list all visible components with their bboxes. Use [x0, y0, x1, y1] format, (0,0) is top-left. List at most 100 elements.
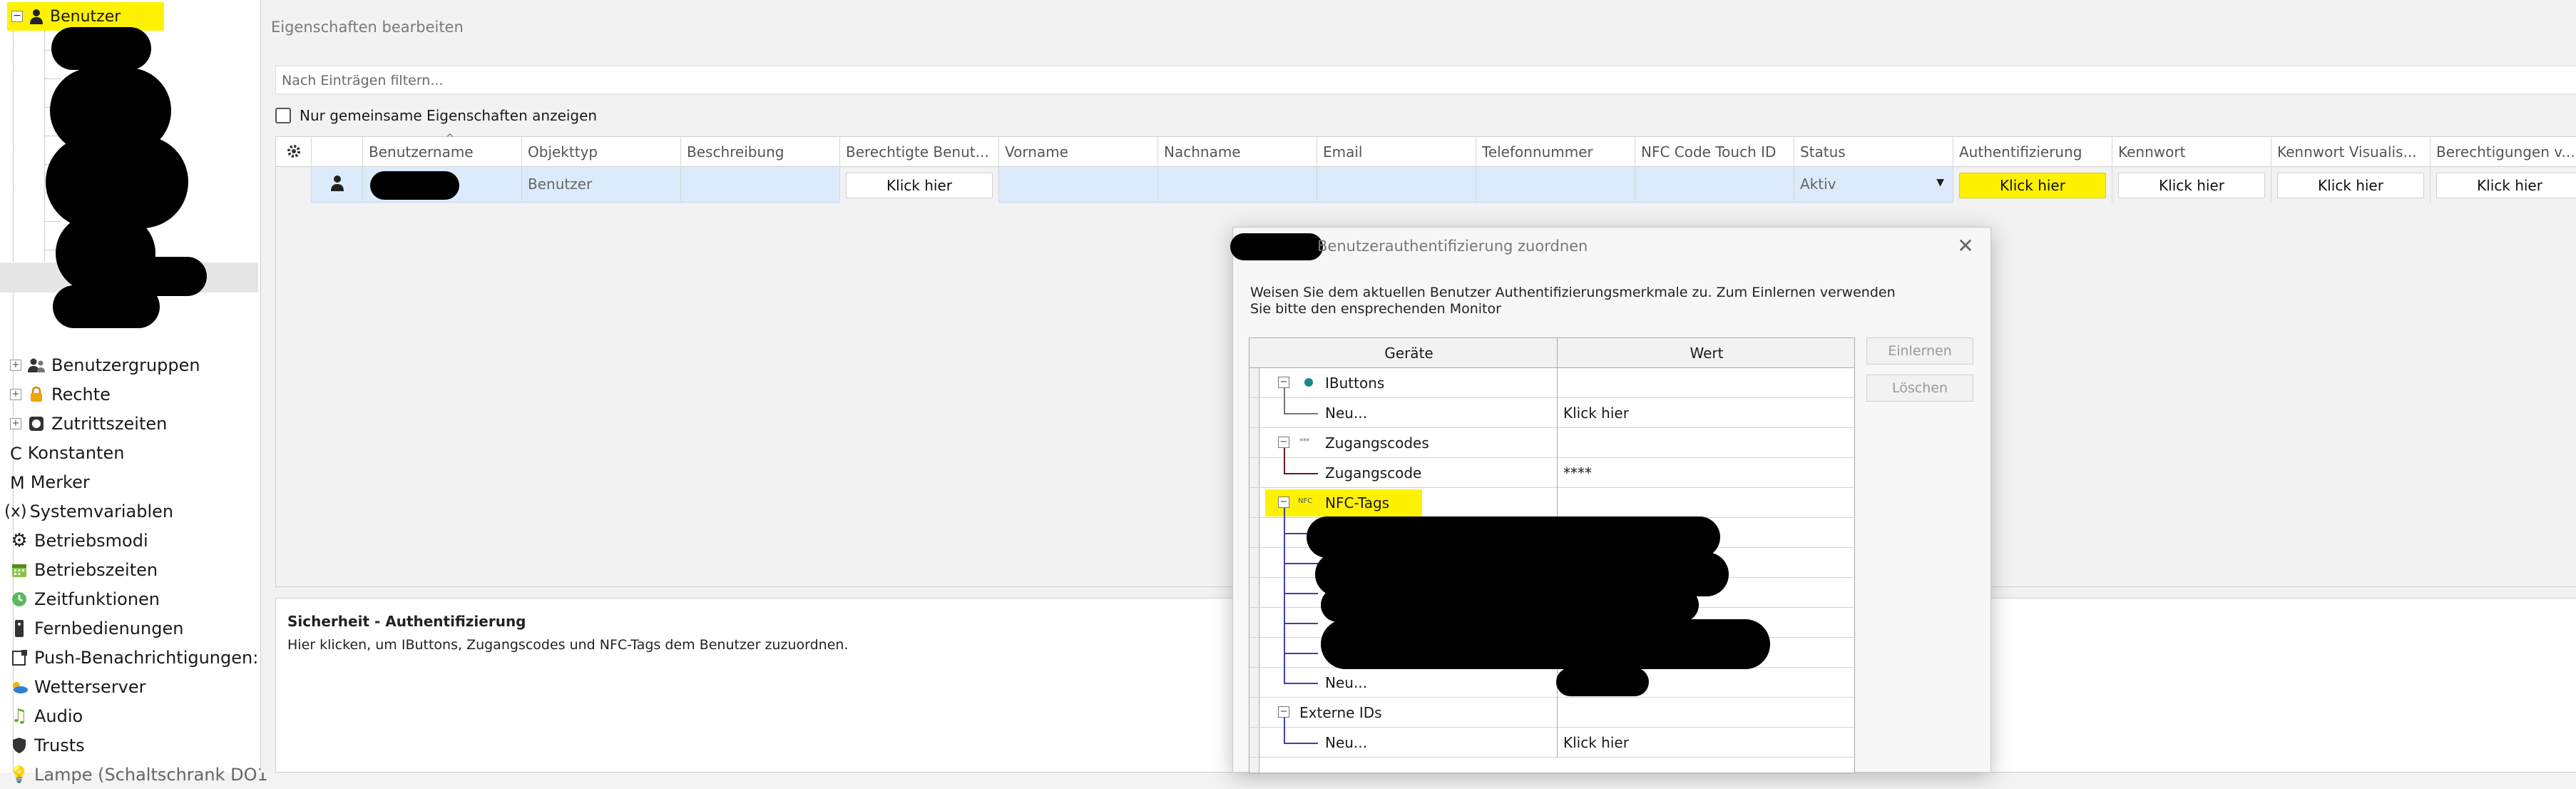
cell-email[interactable]: [1317, 167, 1476, 203]
tree-root-benutzer[interactable]: − Benutzer: [7, 2, 164, 31]
expand-icon[interactable]: +: [10, 360, 21, 371]
cell-vorname[interactable]: [999, 167, 1158, 203]
auth-label: Zugangscodes: [1325, 434, 1429, 452]
learn-button[interactable]: Einlernen: [1866, 337, 1973, 365]
tree-item-rechte[interactable]: + Rechte: [10, 380, 111, 409]
col-telefonnummer[interactable]: Telefonnummer: [1476, 137, 1635, 167]
tree-root-label: Benutzer: [50, 7, 121, 26]
table-row[interactable]: Benutzer Klick hier Aktiv ▼ Klick hier K…: [276, 167, 2576, 203]
auth-row-code[interactable]: Zugangscode ****: [1249, 458, 1854, 488]
delete-button[interactable]: Löschen: [1866, 375, 1973, 402]
tree-item-konstanten[interactable]: C Konstanten: [10, 439, 124, 467]
redaction: [1321, 588, 1699, 622]
auth-value[interactable]: Klick hier: [1558, 398, 1854, 428]
berechtigte-button[interactable]: Klick hier: [846, 173, 993, 198]
col-benutzername[interactable]: Benutzername: [363, 137, 522, 167]
auth-row-ibuttons[interactable]: − IButtons: [1249, 368, 1854, 398]
filter-input[interactable]: Nach Einträgen filtern...: [275, 66, 2576, 94]
auth-row-external-new[interactable]: Neu... Klick hier: [1249, 728, 1854, 758]
cell-telefonnummer[interactable]: [1476, 167, 1635, 203]
col-kennwort[interactable]: Kennwort: [2112, 137, 2271, 167]
gear-icon: ⚙: [11, 530, 28, 551]
col-email[interactable]: Email: [1317, 137, 1476, 167]
col-wert[interactable]: Wert: [1558, 338, 1854, 367]
tree-item-betriebsmodi[interactable]: ⚙ Betriebsmodi: [10, 526, 148, 555]
collapse-icon[interactable]: −: [1278, 497, 1289, 508]
tree-item-trusts[interactable]: Trusts: [10, 731, 85, 760]
tree-item-zeitfunktionen[interactable]: Zeitfunktionen: [10, 585, 160, 614]
tree-item-label: Betriebszeiten: [34, 560, 158, 580]
col-vorname[interactable]: Vorname: [999, 137, 1158, 167]
tree-item-merker[interactable]: M Merker: [10, 468, 90, 497]
tree-item-zutrittszeiten[interactable]: + Zutrittszeiten: [10, 409, 167, 438]
col-berechtigte[interactable]: Berechtigte Benut...: [840, 137, 999, 167]
status-select[interactable]: Aktiv ▼: [1794, 167, 1953, 203]
col-nachname[interactable]: Nachname: [1158, 137, 1317, 167]
auth-label: Neu...: [1325, 404, 1368, 422]
col-objekttyp[interactable]: Objekttyp: [522, 137, 681, 167]
tree-item-fernbedienungen[interactable]: Fernbedienungen: [10, 614, 183, 643]
tree-item-benutzergruppen[interactable]: + Benutzergruppen: [10, 351, 200, 380]
expand-icon[interactable]: +: [10, 389, 21, 400]
col-nfc-code[interactable]: NFC Code Touch ID: [1635, 137, 1794, 167]
nfc-icon: NFC: [1298, 497, 1313, 505]
auth-row-codes[interactable]: − *** Zugangscodes: [1249, 428, 1854, 458]
description-text: Hier klicken, um IButtons, Zugangscodes …: [287, 637, 849, 653]
collapse-icon[interactable]: −: [1278, 706, 1289, 718]
settings-icon[interactable]: [276, 137, 312, 167]
checkbox[interactable]: [275, 108, 291, 123]
cell-nfc-code[interactable]: [1635, 167, 1794, 203]
shield-icon: [10, 736, 29, 755]
kennwort-button[interactable]: Klick hier: [2118, 173, 2265, 198]
redaction: [1230, 233, 1323, 260]
description-title: Sicherheit - Authentifizierung: [287, 613, 526, 630]
tree-item-label: Fernbedienungen: [34, 619, 184, 638]
auth-row-nfc[interactable]: − NFC NFC-Tags: [1249, 488, 1854, 518]
cell-beschreibung[interactable]: [681, 167, 840, 203]
redaction: [1556, 668, 1649, 696]
tree-item-push[interactable]: Push-Benachrichtigungen: P: [10, 643, 274, 672]
col-authentifizierung[interactable]: Authentifizierung: [1953, 137, 2112, 167]
auth-label: Zugangscode: [1325, 464, 1422, 482]
notification-icon: [10, 648, 29, 667]
kennwort-vis-button[interactable]: Klick hier: [2277, 173, 2424, 198]
collapse-icon[interactable]: −: [1278, 437, 1289, 448]
auth-label: NFC-Tags: [1325, 494, 1390, 511]
panel-title: Eigenschaften bearbeiten: [271, 19, 464, 36]
cell-benutzername[interactable]: [363, 167, 522, 203]
authentifizierung-button[interactable]: Klick hier: [1959, 173, 2106, 198]
music-icon: ♫: [11, 706, 28, 727]
tree-item-systemvariablen[interactable]: (x) Systemvariablen: [4, 497, 173, 526]
col-kennwort-vis[interactable]: Kennwort Visualis...: [2271, 137, 2431, 167]
common-only-toggle[interactable]: Nur gemeinsame Eigenschaften anzeigen: [275, 105, 597, 126]
col-status[interactable]: Status: [1794, 137, 1953, 167]
tree-item-label: Lampe (Schaltschrank DO1: [34, 765, 268, 785]
auth-row-external[interactable]: − Externe IDs: [1249, 698, 1854, 728]
auth-value[interactable]: ****: [1558, 458, 1854, 488]
expand-icon[interactable]: +: [10, 418, 21, 429]
auth-value[interactable]: Klick hier: [1558, 728, 1854, 758]
row-header[interactable]: [276, 167, 312, 203]
tree-item-betriebszeiten[interactable]: Betriebszeiten: [10, 556, 158, 584]
variable-icon: (x): [4, 502, 27, 521]
auth-row-ibuttons-new[interactable]: Neu... Klick hier: [1249, 398, 1854, 428]
tree-item-lampe[interactable]: 💡 Lampe (Schaltschrank DO1: [9, 760, 268, 789]
col-beschreibung[interactable]: Beschreibung: [681, 137, 840, 167]
auth-row-nfc-new[interactable]: Neu...: [1249, 668, 1854, 698]
tree-item-wetterserver[interactable]: Wetterserver: [10, 673, 146, 701]
ibutton-icon: [1304, 377, 1314, 390]
collapse-icon[interactable]: −: [11, 11, 23, 22]
cell-kennwort-vis: Klick hier: [2271, 167, 2431, 203]
tree-item-audio[interactable]: ♫ Audio: [10, 702, 83, 731]
cell-nachname[interactable]: [1158, 167, 1317, 203]
close-icon[interactable]: ✕: [1953, 235, 1978, 259]
redaction: [51, 27, 151, 70]
constant-icon: C: [10, 444, 22, 464]
col-berechtigungen[interactable]: Berechtigungen v...: [2431, 137, 2576, 167]
col-geraete[interactable]: Geräte: [1249, 338, 1558, 367]
berechtigungen-button[interactable]: Klick hier: [2436, 173, 2576, 198]
dialog-instruction: Weisen Sie dem aktuellen Benutzer Authen…: [1250, 285, 1896, 317]
tree-item-label: Zutrittszeiten: [51, 414, 168, 434]
collapse-icon[interactable]: −: [1278, 377, 1289, 388]
dropdown-icon[interactable]: ▼: [1936, 177, 1944, 188]
